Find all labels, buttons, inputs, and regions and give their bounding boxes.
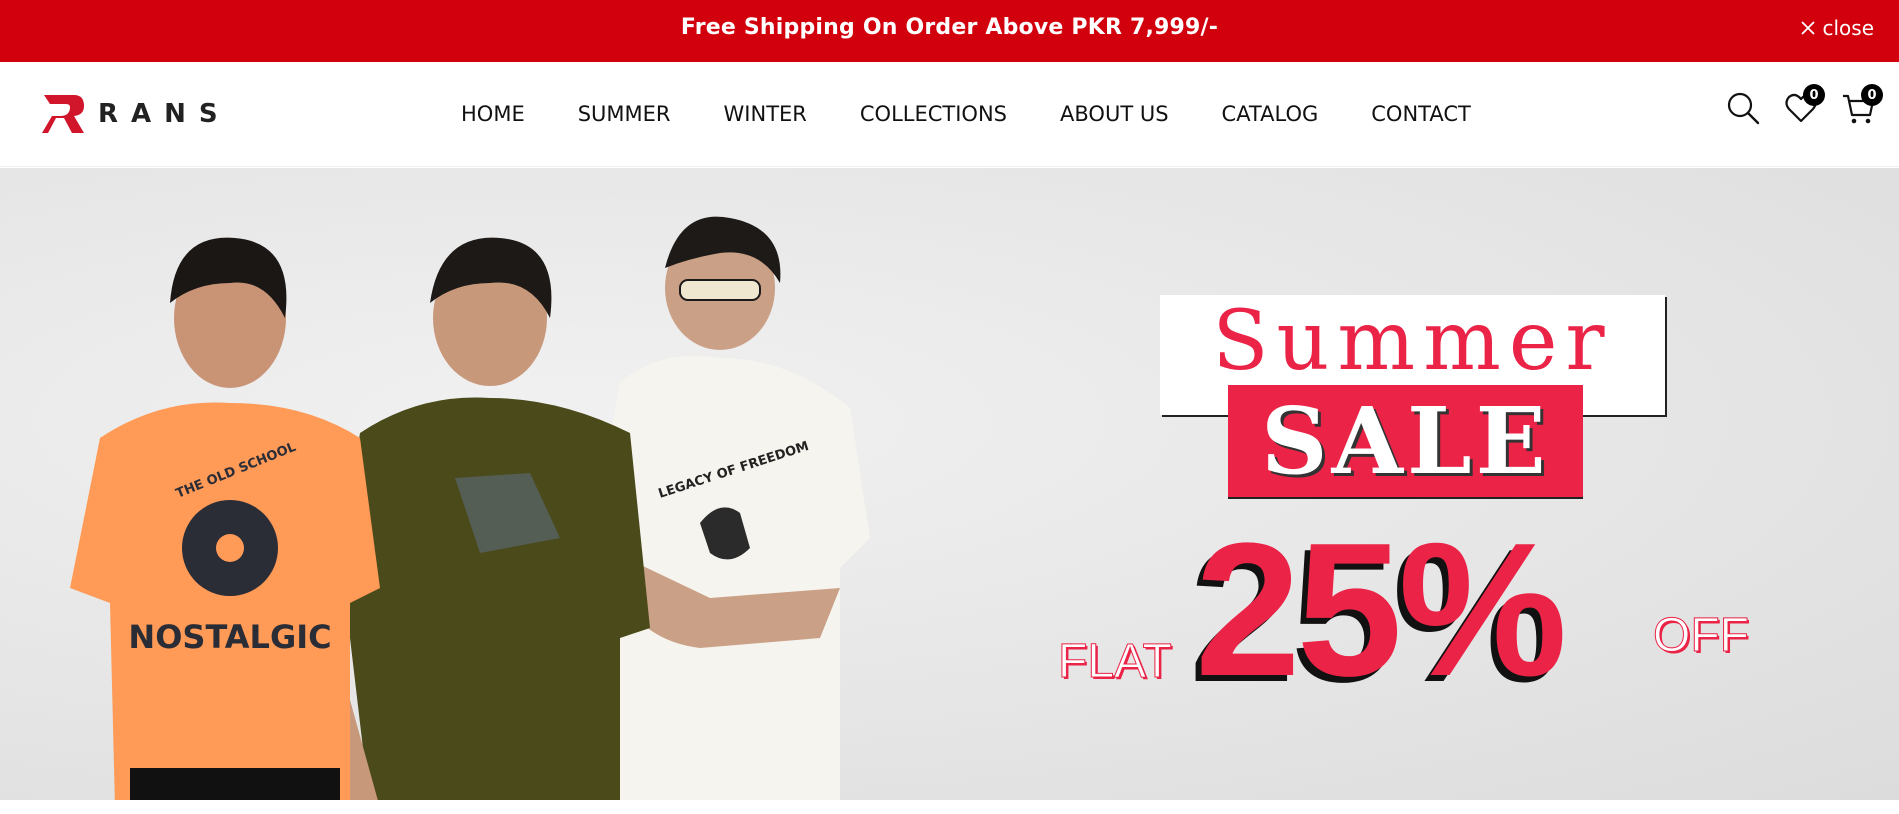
wishlist-count-badge: 0 (1803, 84, 1825, 106)
nav-summer[interactable]: SUMMER (578, 102, 671, 126)
promo-sale-label: SALE (1261, 387, 1550, 495)
brand-name: RANS (98, 99, 231, 129)
promo-sale-block: SALE (1228, 385, 1583, 497)
announcement-bar: Free Shipping On Order Above PKR 7,999/-… (0, 0, 1899, 62)
brand-logo[interactable]: RANS (40, 90, 231, 138)
nav-about-us[interactable]: ABOUT US (1060, 102, 1169, 126)
tee-print-text-nostalgic: NOSTALGIC (128, 618, 331, 656)
nav-collections[interactable]: COLLECTIONS (860, 102, 1007, 126)
nav-winter[interactable]: WINTER (724, 102, 807, 126)
site-header: RANS HOME SUMMER WINTER COLLECTIONS ABOU… (0, 62, 1899, 167)
search-button[interactable] (1725, 90, 1761, 126)
hero-banner[interactable]: LEGACY OF FREEDOM THE OLD SCHOOL NOSTALG… (0, 168, 1899, 800)
announcement-close-button[interactable]: close (1800, 14, 1874, 42)
promo-off-label: OFF (1653, 609, 1750, 663)
header-icons: 0 0 (1725, 84, 1883, 126)
promo-flat-label: FLAT (1058, 635, 1173, 689)
cart-button[interactable]: 0 (1841, 84, 1883, 126)
nav-home[interactable]: HOME (461, 102, 525, 126)
model-olive-tee (330, 237, 650, 800)
nav-catalog[interactable]: CATALOG (1222, 102, 1319, 126)
promo-discount-value: 25% (1195, 504, 1567, 716)
nav-contact[interactable]: CONTACT (1371, 102, 1471, 126)
close-label: close (1822, 16, 1874, 40)
wishlist-button[interactable]: 0 (1783, 84, 1825, 126)
announcement-message: Free Shipping On Order Above PKR 7,999/- (680, 15, 1219, 40)
promo-summer-label: Summer (1212, 293, 1613, 389)
hero-models-image: LEGACY OF FREEDOM THE OLD SCHOOL NOSTALG… (70, 216, 870, 800)
close-icon (1801, 21, 1816, 35)
logo-mark-icon (42, 95, 84, 133)
main-nav: HOME SUMMER WINTER COLLECTIONS ABOUT US … (461, 97, 1471, 131)
model-orange-tee: THE OLD SCHOOL NOSTALGIC (70, 237, 380, 800)
cart-count-badge: 0 (1861, 84, 1883, 106)
search-icon (1727, 92, 1760, 125)
